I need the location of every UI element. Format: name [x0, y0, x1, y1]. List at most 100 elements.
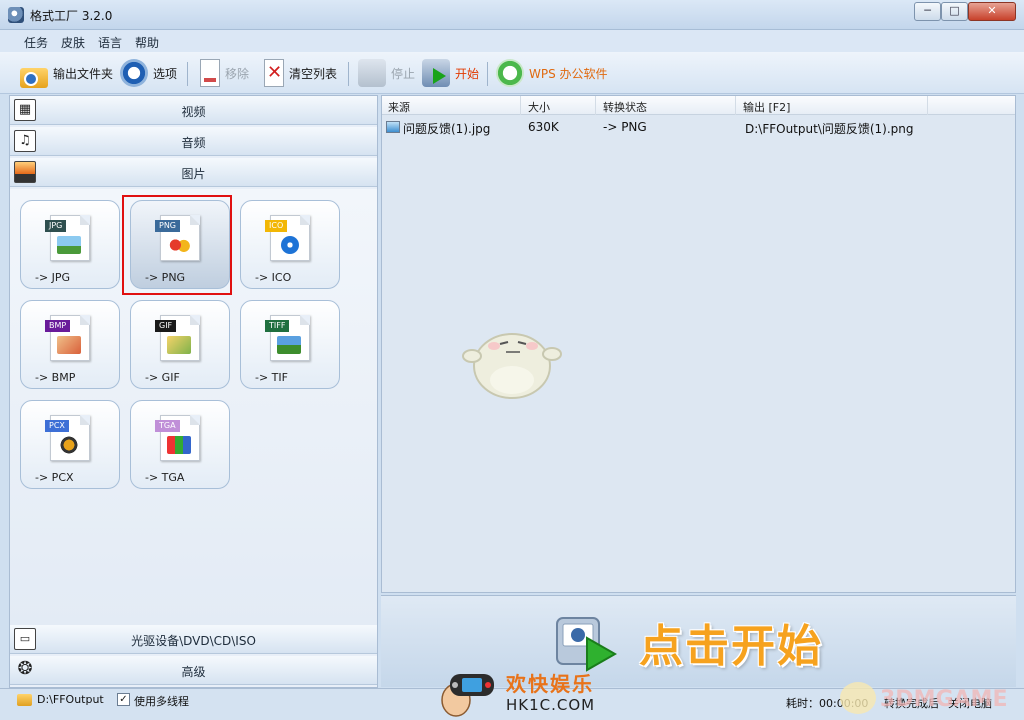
clear-list-label: 清空列表: [289, 66, 338, 81]
cell-status: -> PNG: [603, 120, 647, 134]
menu-skin[interactable]: 皮肤: [61, 34, 85, 51]
toolbar-separator: [187, 62, 188, 86]
format-label: -> TGA: [145, 471, 185, 484]
column-size[interactable]: 大小: [528, 99, 550, 115]
start-label: 开始: [455, 66, 480, 81]
svg-text:3DMGAME: 3DMGAME: [880, 687, 1007, 712]
paint-image-icon: [57, 336, 81, 354]
category-rom-label: 光驱设备\DVD\CD\ISO: [131, 634, 256, 648]
column-divider: [927, 96, 928, 115]
task-list-header: 来源 大小 转换状态 输出 [F2]: [382, 96, 1015, 115]
format-tag: ICO: [265, 220, 288, 232]
watermark-gamepad-icon: [441, 674, 494, 717]
stop-label: 停止: [391, 66, 416, 81]
mascot-image: [462, 333, 562, 399]
column-divider: [520, 96, 521, 115]
format-tga-button[interactable]: TGA -> TGA: [130, 400, 230, 489]
category-audio-label: 音频: [181, 136, 206, 150]
start-banner-text: 点击开始: [639, 621, 823, 672]
animation-image-icon: [167, 336, 191, 354]
multithread-label: 使用多线程: [134, 695, 189, 708]
format-tag: TIFF: [265, 320, 290, 332]
format-label: -> BMP: [35, 371, 76, 384]
folder-icon: [20, 68, 48, 88]
menu-bar: 任务 皮肤 语言 帮助: [0, 30, 1024, 52]
category-rom[interactable]: ▭ 光驱设备\DVD\CD\ISO: [10, 625, 377, 654]
remove-label: 移除: [225, 66, 250, 81]
menu-language[interactable]: 语言: [98, 34, 122, 51]
format-label: -> JPG: [35, 271, 71, 284]
watermark-3dm-logo: 3DMGAME: [840, 682, 1007, 714]
category-advanced-label: 高级: [181, 665, 206, 679]
format-label: -> ICO: [255, 271, 292, 284]
format-gif-button[interactable]: GIF -> GIF: [130, 300, 230, 389]
title-bar: 格式工厂 3.2.0 ─ □ ✕: [0, 0, 1024, 30]
category-audio[interactable]: ♫ 音频: [10, 127, 377, 156]
remove-button[interactable]: 移除: [196, 58, 249, 88]
image-file-icon: [386, 121, 400, 133]
info-icon: [281, 236, 299, 254]
selection-highlight: [122, 195, 232, 295]
column-output[interactable]: 输出 [F2]: [743, 99, 790, 115]
menu-help[interactable]: 帮助: [135, 34, 159, 51]
watermark-site-title: 欢快娱乐: [506, 672, 594, 696]
multithread-checkbox[interactable]: ✓: [117, 693, 130, 706]
cell-source: 问题反馈(1).jpg: [403, 122, 491, 136]
category-image[interactable]: 图片: [10, 158, 377, 187]
format-jpg-button[interactable]: JPG -> JPG: [20, 200, 120, 289]
wps-icon: [496, 59, 524, 87]
maximize-button[interactable]: □: [941, 2, 968, 21]
file-page-icon: JPG: [45, 215, 90, 261]
cubes-image-icon: [167, 436, 191, 454]
folder-icon: [17, 694, 32, 706]
file-page-icon: PCX: [45, 415, 90, 461]
file-page-icon: TIFF: [265, 315, 310, 361]
category-video[interactable]: ▦ 视频: [10, 96, 377, 125]
wps-label: WPS 办公软件: [529, 66, 608, 81]
column-source[interactable]: 来源: [388, 99, 410, 115]
format-tag: TGA: [155, 420, 180, 432]
sunflower-image-icon: [57, 436, 81, 454]
format-tif-button[interactable]: TIFF -> TIF: [240, 300, 340, 389]
stop-button[interactable]: 停止: [358, 58, 415, 88]
cell-output: D:\FFOutput\问题反馈(1).png: [745, 122, 914, 136]
minimize-button[interactable]: ─: [914, 2, 941, 21]
remove-icon: [200, 59, 220, 87]
landscape-image-icon: [277, 336, 301, 354]
category-advanced[interactable]: ❂ 高级: [10, 656, 377, 685]
options-label: 选项: [153, 66, 178, 81]
format-label: -> TIF: [255, 371, 288, 384]
format-tag: GIF: [155, 320, 177, 332]
file-page-icon: BMP: [45, 315, 90, 361]
options-button[interactable]: 选项: [120, 58, 177, 88]
clear-list-icon: [264, 59, 284, 87]
start-button[interactable]: 开始: [422, 58, 479, 88]
format-ico-button[interactable]: ICO -> ICO: [240, 200, 340, 289]
clear-list-button[interactable]: 清空列表: [260, 58, 337, 88]
menu-task[interactable]: 任务: [24, 34, 48, 51]
file-page-icon: TGA: [155, 415, 200, 461]
output-path[interactable]: D:\FFOutput: [37, 693, 104, 706]
format-label: -> PCX: [35, 471, 74, 484]
close-button[interactable]: ✕: [968, 2, 1016, 21]
gear-icon: [120, 59, 148, 87]
column-status[interactable]: 转换状态: [603, 99, 647, 115]
format-bmp-button[interactable]: BMP -> BMP: [20, 300, 120, 389]
stop-icon: [358, 59, 386, 87]
category-image-label: 图片: [181, 167, 206, 181]
file-page-icon: GIF: [155, 315, 200, 361]
wps-button[interactable]: WPS 办公软件: [496, 58, 608, 88]
landscape-image-icon: [57, 236, 81, 254]
toolbar: 输出文件夹 选项 移除 清空列表 停止 开始 WPS 办公软件: [0, 52, 1024, 94]
watermark-site-url: HK1C.COM: [506, 696, 596, 714]
output-folder-button[interactable]: 输出文件夹: [20, 58, 113, 88]
app-icon: [8, 7, 24, 23]
table-row[interactable]: 问题反馈(1).jpg 630K -> PNG D:\FFOutput\问题反馈…: [382, 118, 1015, 136]
format-pcx-button[interactable]: PCX -> PCX: [20, 400, 120, 489]
category-panel: ▦ 视频 ♫ 音频 图片 JPG -> JPG PNG -> PNG ICO -…: [9, 95, 378, 688]
file-page-icon: ICO: [265, 215, 310, 261]
format-label: -> GIF: [145, 371, 180, 384]
format-tag: BMP: [45, 320, 71, 332]
format-factory-logo-icon: [556, 617, 617, 672]
output-folder-label: 输出文件夹: [53, 66, 114, 81]
